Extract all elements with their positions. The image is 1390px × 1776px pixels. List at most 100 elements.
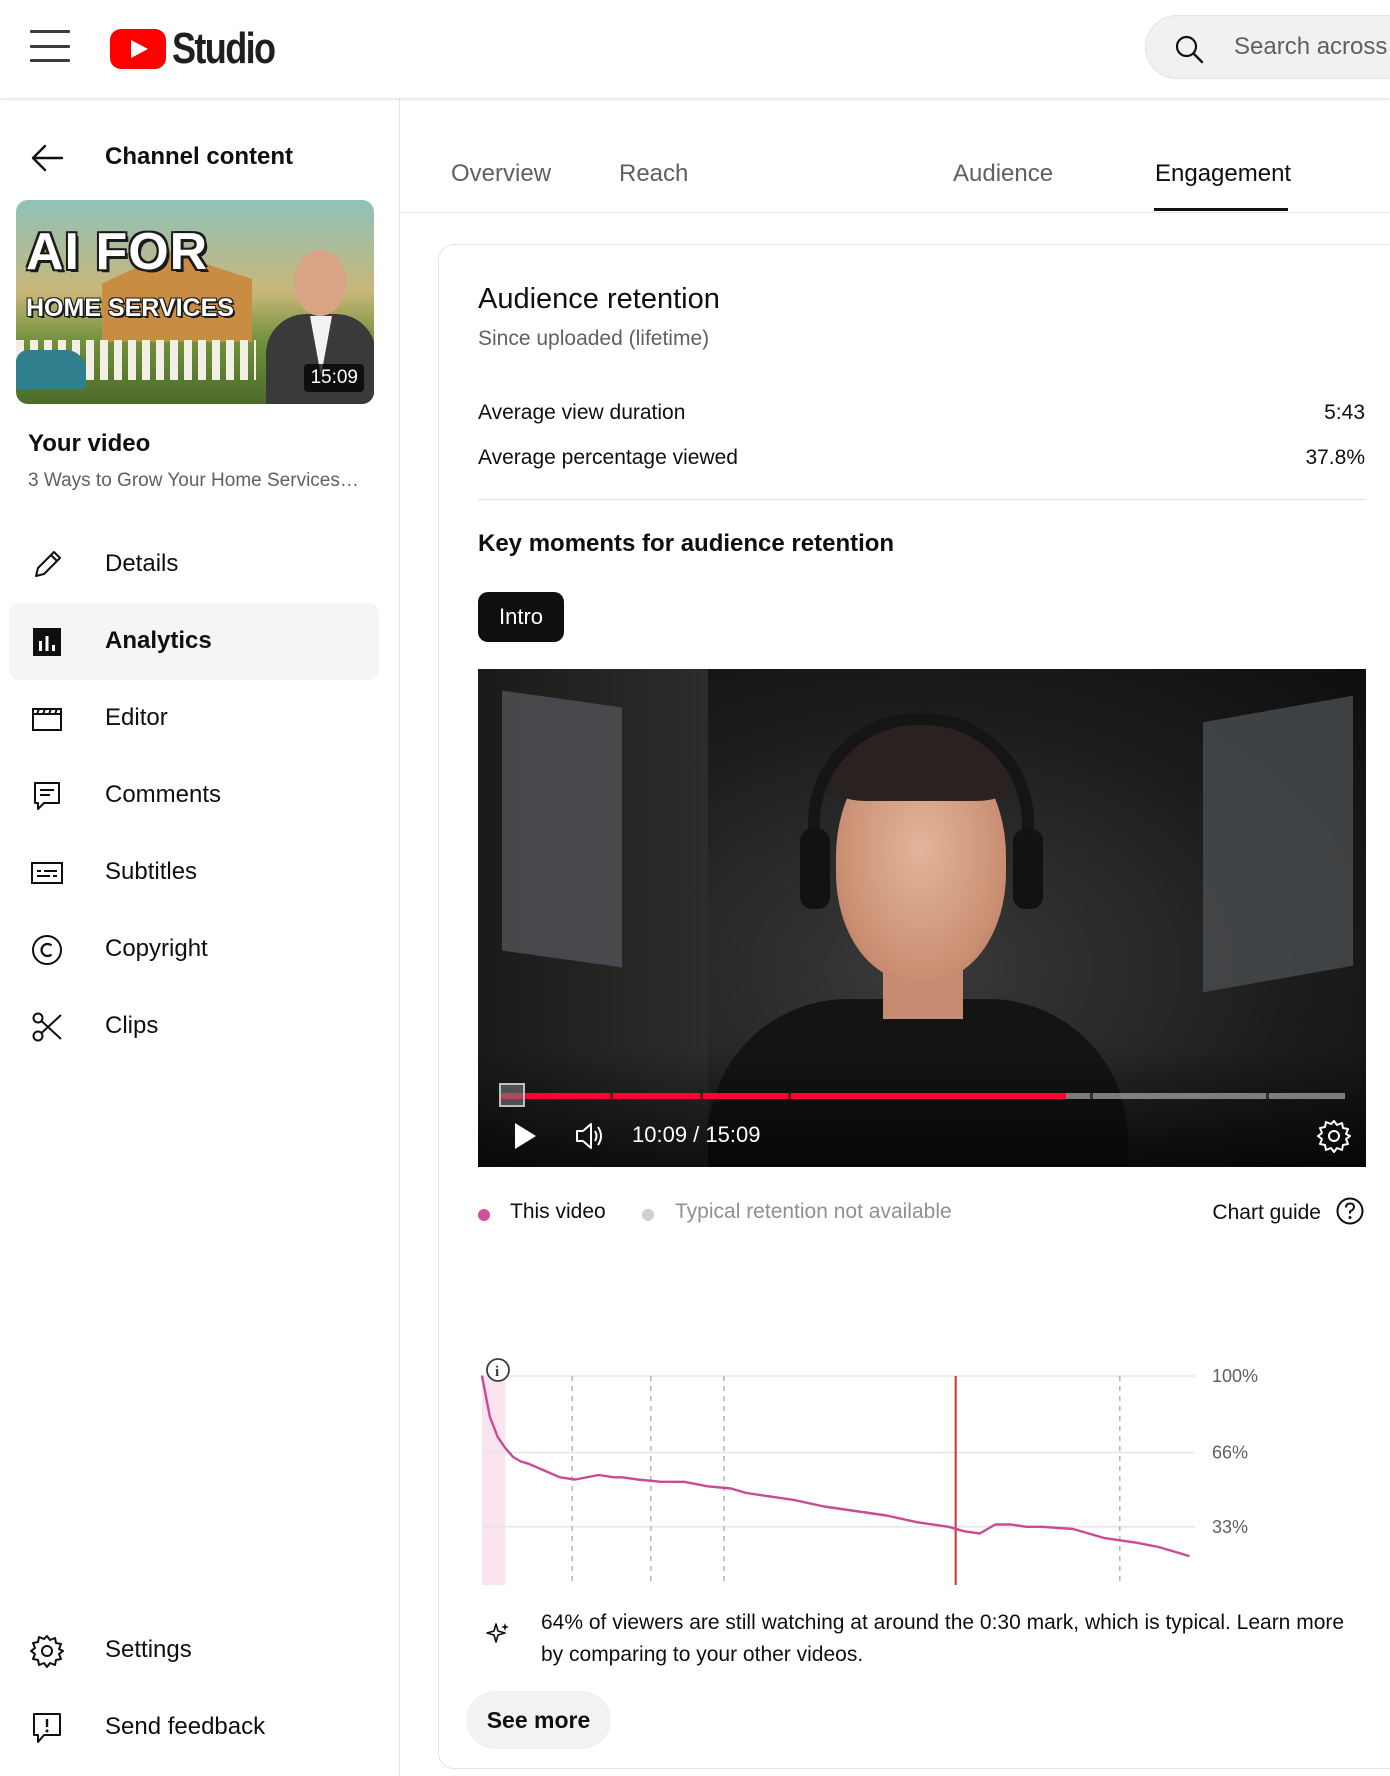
metric-average-view-duration: Average view duration 5:43 (478, 401, 1365, 425)
search-box[interactable] (1145, 15, 1390, 79)
legend-dot-this-video (478, 1209, 490, 1221)
menu-icon[interactable] (30, 30, 70, 62)
retention-point (823, 1505, 826, 1508)
video-frame-wall-art (1203, 695, 1353, 993)
feedback-icon (33, 1713, 61, 1743)
retention-point (885, 1514, 888, 1517)
back-to-channel-content[interactable]: Channel content (0, 128, 400, 188)
retention-point (481, 1375, 483, 1377)
retention-point (1103, 1537, 1106, 1539)
retention-point (621, 1476, 623, 1479)
retention-point (1072, 1528, 1074, 1530)
copyright-icon (32, 935, 62, 965)
search-icon[interactable] (1174, 34, 1204, 64)
your-video-heading: Your video (28, 430, 151, 457)
sidebar-item-label: Comments (105, 781, 222, 808)
retention-point (613, 1476, 616, 1479)
sidebar-item-details[interactable]: Details (0, 526, 400, 603)
player-settings-icon[interactable] (1317, 1119, 1351, 1153)
retention-point (574, 1478, 577, 1481)
sidebar-item-copyright[interactable]: Copyright (0, 911, 400, 988)
sidebar-item-clips[interactable]: Clips (0, 988, 400, 1065)
tab-audience[interactable]: Audience (953, 160, 1053, 188)
youtube-logo-icon (110, 29, 166, 69)
chart-guide-link[interactable]: Chart guide (1212, 1201, 1321, 1225)
thumbnail-title-line2: HOME SERVICES (26, 294, 234, 322)
retention-point (706, 1485, 709, 1488)
volume-icon[interactable] (574, 1121, 606, 1151)
sidebar-item-label: Details (105, 550, 179, 577)
sidebar-item-label: Send feedback (105, 1713, 266, 1740)
sidebar-item-label: Subtitles (105, 858, 198, 885)
progress-bar-played (500, 1093, 1067, 1099)
sidebar-item-analytics[interactable]: Analytics (9, 603, 379, 680)
active-tab-indicator (1154, 208, 1288, 211)
video-player[interactable]: 10:09 / 15:09 (478, 669, 1366, 1167)
sidebar-nav: Details Analytics Editor Comments Subtit… (0, 526, 400, 1065)
audience-retention-card: Audience retention Since uploaded (lifet… (438, 244, 1390, 1769)
tab-reach[interactable]: Reach (619, 160, 688, 188)
retention-point (1041, 1525, 1043, 1528)
legend-this-video: This video (510, 1200, 606, 1223)
retention-insight-text: 64% of viewers are still watching at aro… (541, 1611, 1345, 1666)
sidebar-item-label: Editor (105, 704, 168, 731)
scissors-icon (32, 1012, 62, 1042)
video-thumbnail[interactable]: AI FOR HOME SERVICES 15:09 (16, 200, 374, 404)
chapter-gap (788, 1093, 791, 1099)
sidebar-item-subtitles[interactable]: Subtitles (0, 834, 400, 911)
retention-point (512, 1456, 514, 1458)
retention-chart[interactable]: 0:007:3515:09100%66%33%0%i (439, 1245, 1390, 1585)
help-icon[interactable] (1335, 1196, 1365, 1226)
retention-point (1010, 1523, 1012, 1526)
sidebar-item-comments[interactable]: Comments (0, 757, 400, 834)
retention-point (683, 1480, 686, 1483)
retention-point (488, 1415, 491, 1418)
retention-point (963, 1530, 966, 1533)
thumbnail-car-shape (16, 350, 86, 390)
divider (478, 499, 1365, 500)
y-tick-label: 33% (1212, 1517, 1248, 1537)
metric-value: 37.8% (1305, 446, 1365, 469)
player-controls-gradient (478, 1049, 1366, 1167)
sidebar-bottom-nav: Settings Send feedback (0, 1612, 400, 1766)
play-icon[interactable] (512, 1121, 538, 1151)
key-moments-heading: Key moments for audience retention (478, 530, 895, 557)
chapter-gap (700, 1093, 703, 1099)
intro-band (482, 1376, 506, 1585)
y-tick-label: 66% (1212, 1443, 1248, 1463)
sidebar-item-send-feedback[interactable]: Send feedback (0, 1689, 400, 1766)
see-more-button[interactable]: See more (466, 1691, 611, 1749)
retention-point (597, 1474, 600, 1476)
retention-point (504, 1447, 507, 1449)
retention-point (558, 1476, 561, 1479)
analytics-icon (33, 628, 61, 656)
tab-overview[interactable]: Overview (451, 160, 551, 188)
video-title[interactable]: 3 Ways to Grow Your Home Services… (28, 470, 368, 492)
retention-point (854, 1510, 857, 1512)
retention-point (1025, 1525, 1028, 1528)
retention-series-line (480, 1375, 1190, 1558)
metric-label: Average view duration (478, 401, 686, 424)
logo-text: Studio (172, 24, 276, 73)
scrubber-handle[interactable] (499, 1083, 525, 1107)
retention-point (496, 1435, 499, 1438)
sidebar-item-settings[interactable]: Settings (0, 1612, 400, 1689)
retention-point (761, 1494, 763, 1497)
progress-bar[interactable] (500, 1093, 1345, 1099)
sidebar-item-editor[interactable]: Editor (0, 680, 400, 757)
search-input[interactable] (1234, 32, 1390, 62)
retention-point (1134, 1541, 1137, 1544)
y-tick-label: 100% (1212, 1366, 1258, 1386)
legend-dot-typical (642, 1209, 654, 1221)
studio-logo[interactable]: Studio (110, 24, 297, 74)
chapter-gap (1090, 1093, 1093, 1099)
intro-chip[interactable]: Intro (478, 592, 564, 642)
retention-point (745, 1492, 748, 1494)
comment-icon (34, 782, 60, 810)
card-title: Audience retention (478, 283, 720, 315)
legend-typical-retention: Typical retention not available (675, 1200, 952, 1223)
tab-engagement[interactable]: Engagement (1155, 160, 1291, 188)
sidebar-item-label: Settings (105, 1636, 192, 1663)
retention-point (520, 1460, 522, 1463)
gear-icon (30, 1635, 64, 1668)
